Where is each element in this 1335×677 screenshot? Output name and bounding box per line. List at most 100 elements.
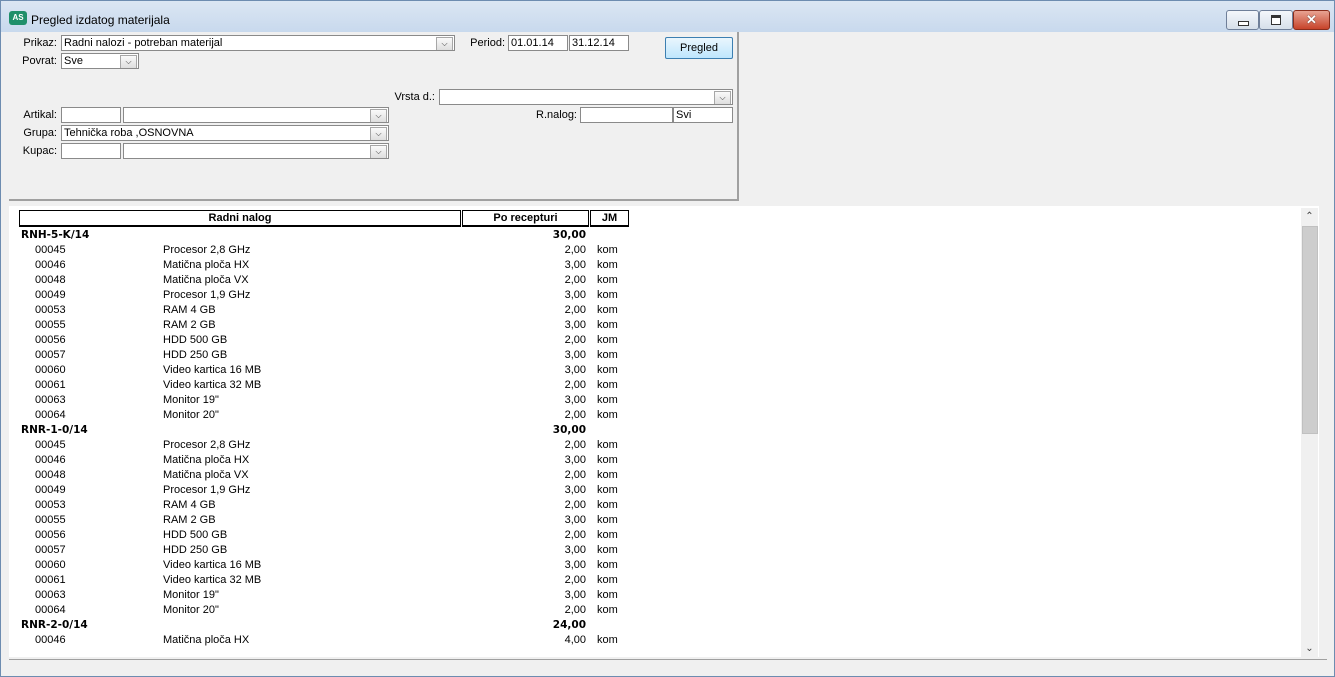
pregled-button[interactable]: Pregled	[665, 37, 733, 59]
table-row[interactable]: 00055 RAM 2 GB 3,00 kom	[9, 318, 629, 333]
rnalog-label: R.nalog:	[536, 109, 577, 121]
table-row[interactable]: 00046 Matična ploča HX 4,00 kom	[9, 633, 629, 648]
header-jm[interactable]: JM	[590, 210, 629, 227]
item-qty: 3,00	[564, 514, 586, 526]
table-row[interactable]: 00045 Procesor 2,8 GHz 2,00 kom	[9, 243, 629, 258]
item-uom: kom	[597, 334, 618, 346]
artikal-code-input[interactable]	[61, 107, 121, 123]
period-from-input[interactable]: 01.01.14	[508, 35, 568, 51]
item-qty: 2,00	[564, 574, 586, 586]
prikaz-select[interactable]: Radni nalozi - potreban materijal ⌵	[61, 35, 455, 51]
table-row[interactable]: 00063 Monitor 19" 3,00 kom	[9, 588, 629, 603]
scroll-down-icon[interactable]: ⌄	[1301, 640, 1318, 657]
vrsta-select[interactable]: ⌵	[439, 89, 733, 105]
item-uom: kom	[597, 634, 618, 646]
close-button[interactable]: ✕	[1293, 10, 1330, 30]
group-row[interactable]: RNH-5-K/14 30,00	[9, 228, 629, 243]
window-title: Pregled izdatog materijala	[31, 13, 170, 27]
chevron-down-icon[interactable]: ⌵	[120, 55, 137, 68]
table-row[interactable]: 00063 Monitor 19" 3,00 kom	[9, 393, 629, 408]
item-qty: 3,00	[564, 349, 586, 361]
item-name: Video kartica 32 MB	[163, 574, 262, 586]
chevron-down-icon[interactable]: ⌵	[714, 91, 731, 104]
item-name: Matična ploča HX	[163, 634, 250, 646]
table-row[interactable]: 00060 Video kartica 16 MB 3,00 kom	[9, 558, 629, 573]
chevron-down-icon[interactable]: ⌵	[370, 109, 387, 122]
table-row[interactable]: 00060 Video kartica 16 MB 3,00 kom	[9, 363, 629, 378]
group-row[interactable]: RNR-2-0/14 24,00	[9, 618, 629, 633]
artikal-select[interactable]: ⌵	[123, 107, 389, 123]
table-row[interactable]: 00048 Matična ploča VX 2,00 kom	[9, 273, 629, 288]
item-code: 00048	[35, 469, 66, 481]
chevron-down-icon[interactable]: ⌵	[436, 37, 453, 50]
minimize-button[interactable]	[1226, 10, 1259, 30]
item-qty: 2,00	[564, 604, 586, 616]
table-row[interactable]: 00046 Matična ploča HX 3,00 kom	[9, 258, 629, 273]
item-code: 00060	[35, 559, 66, 571]
period-to-input[interactable]: 31.12.14	[569, 35, 629, 51]
grupa-select[interactable]: Tehnička roba ,OSNOVNA ⌵	[61, 125, 389, 141]
table-row[interactable]: 00048 Matična ploča VX 2,00 kom	[9, 468, 629, 483]
rnalog-input[interactable]	[580, 107, 673, 123]
artikal-label: Artikal:	[23, 109, 57, 121]
item-name: Matična ploča VX	[163, 469, 249, 481]
item-uom: kom	[597, 544, 618, 556]
table-row[interactable]: 00055 RAM 2 GB 3,00 kom	[9, 513, 629, 528]
report-view[interactable]: Radni nalog Po recepturi JM RNH-5-K/14 30…	[9, 206, 1319, 657]
item-qty: 3,00	[564, 364, 586, 376]
item-name: Video kartica 32 MB	[163, 379, 262, 391]
item-uom: kom	[597, 589, 618, 601]
group-row[interactable]: RNR-1-0/14 30,00	[9, 423, 629, 438]
item-qty: 2,00	[564, 409, 586, 421]
group-name: RNR-1-0/14	[21, 424, 88, 436]
table-row[interactable]: 00049 Procesor 1,9 GHz 3,00 kom	[9, 288, 629, 303]
group-name: RNH-5-K/14	[21, 229, 90, 241]
item-qty: 2,00	[564, 439, 586, 451]
item-code: 00063	[35, 589, 66, 601]
item-uom: kom	[597, 274, 618, 286]
item-code: 00049	[35, 484, 66, 496]
table-row[interactable]: 00056 HDD 500 GB 2,00 kom	[9, 528, 629, 543]
kupac-select[interactable]: ⌵	[123, 143, 389, 159]
table-row[interactable]: 00045 Procesor 2,8 GHz 2,00 kom	[9, 438, 629, 453]
item-name: RAM 4 GB	[163, 304, 216, 316]
table-row[interactable]: 00057 HDD 250 GB 3,00 kom	[9, 543, 629, 558]
table-row[interactable]: 00061 Video kartica 32 MB 2,00 kom	[9, 573, 629, 588]
scroll-up-icon[interactable]: ⌃	[1301, 208, 1318, 225]
header-radni-nalog[interactable]: Radni nalog	[19, 210, 461, 227]
item-uom: kom	[597, 319, 618, 331]
item-code: 00046	[35, 259, 66, 271]
item-name: HDD 250 GB	[163, 349, 228, 361]
item-uom: kom	[597, 484, 618, 496]
vertical-scrollbar[interactable]: ⌃ ⌄	[1301, 208, 1318, 658]
item-qty: 2,00	[564, 244, 586, 256]
item-qty: 3,00	[564, 589, 586, 601]
chevron-down-icon[interactable]: ⌵	[370, 127, 387, 140]
table-row[interactable]: 00061 Video kartica 32 MB 2,00 kom	[9, 378, 629, 393]
app-logo-icon: AS	[9, 11, 27, 25]
table-row[interactable]: 00064 Monitor 20" 2,00 kom	[9, 603, 629, 618]
table-row[interactable]: 00053 RAM 4 GB 2,00 kom	[9, 498, 629, 513]
kupac-code-input[interactable]	[61, 143, 121, 159]
table-row[interactable]: 00053 RAM 4 GB 2,00 kom	[9, 303, 629, 318]
item-qty: 3,00	[564, 454, 586, 466]
rnalog-scope-input[interactable]: Svi	[673, 107, 733, 123]
filter-panel: Prikaz: Radni nalozi - potreban materija…	[9, 32, 739, 201]
table-row[interactable]: 00056 HDD 500 GB 2,00 kom	[9, 333, 629, 348]
period-label: Period:	[470, 37, 505, 49]
header-po-recepturi[interactable]: Po recepturi	[462, 210, 589, 227]
item-qty: 2,00	[564, 334, 586, 346]
group-name: RNR-2-0/14	[21, 619, 88, 631]
scroll-thumb[interactable]	[1302, 226, 1318, 434]
table-row[interactable]: 00046 Matična ploča HX 3,00 kom	[9, 453, 629, 468]
table-row[interactable]: 00064 Monitor 20" 2,00 kom	[9, 408, 629, 423]
item-name: Matična ploča HX	[163, 259, 250, 271]
item-uom: kom	[597, 454, 618, 466]
chevron-down-icon[interactable]: ⌵	[370, 145, 387, 158]
table-row[interactable]: 00049 Procesor 1,9 GHz 3,00 kom	[9, 483, 629, 498]
povrat-select[interactable]: Sve ⌵	[61, 53, 139, 69]
maximize-button[interactable]	[1259, 10, 1293, 30]
item-name: Video kartica 16 MB	[163, 559, 262, 571]
table-row[interactable]: 00057 HDD 250 GB 3,00 kom	[9, 348, 629, 363]
item-name: Procesor 2,8 GHz	[163, 439, 251, 451]
